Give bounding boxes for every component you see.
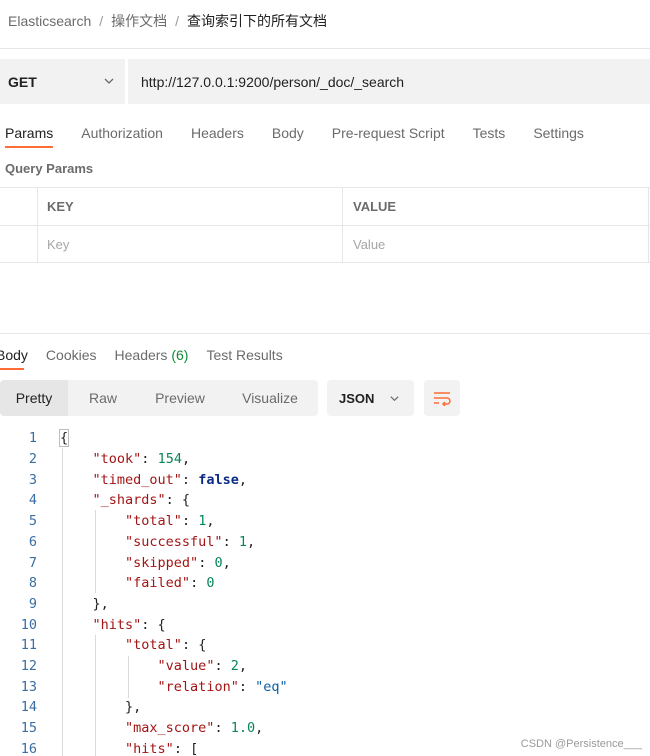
code-text: "relation": "eq" xyxy=(157,678,288,695)
code-text: }, xyxy=(60,699,142,716)
line-number: 13 xyxy=(20,678,37,695)
request-tabs: Params Authorization Headers Body Pre-re… xyxy=(0,120,612,148)
breadcrumb-separator: / xyxy=(99,13,104,29)
code-text: }, xyxy=(60,595,109,612)
query-params-title: Query Params xyxy=(5,161,94,176)
code-line: 13 "relation": "eq" xyxy=(0,676,650,697)
line-number: 6 xyxy=(28,533,37,550)
tab-cookies[interactable]: Cookies xyxy=(46,347,97,363)
checkbox-column-header xyxy=(0,188,38,225)
code-line: 6 "successful": 1, xyxy=(0,532,650,553)
headers-count-badge: (6) xyxy=(171,347,189,363)
view-mode-group: Pretty Raw Preview Visualize xyxy=(0,380,318,416)
code-text: "total": { xyxy=(125,637,207,654)
code-text: "value": 2, xyxy=(157,658,247,675)
tab-response-headers-label: Headers xyxy=(114,347,168,363)
code-line: 15 "max_score": 1.0, xyxy=(0,718,650,739)
line-number: 15 xyxy=(20,720,37,737)
format-label: JSON xyxy=(339,390,375,406)
wrap-lines-button[interactable] xyxy=(424,380,460,416)
url-input[interactable]: http://127.0.0.1:9200/person/_doc/_searc… xyxy=(128,59,650,104)
table-header-row: KEY VALUE xyxy=(0,188,650,226)
line-number: 14 xyxy=(20,699,37,716)
key-column-header: KEY xyxy=(38,188,343,225)
code-line: 11 "total": { xyxy=(0,635,650,656)
code-line: 2 "took": 154, xyxy=(0,449,650,470)
table-row: Key Value xyxy=(0,226,650,264)
code-line: 1{ xyxy=(0,428,650,449)
line-number: 8 xyxy=(28,575,37,592)
code-line: 5 "total": 1, xyxy=(0,511,650,532)
line-number: 4 xyxy=(28,492,37,509)
code-text: "hits": [ xyxy=(125,740,199,756)
value-column-header: VALUE xyxy=(343,188,649,225)
code-text: "took": 154, xyxy=(92,451,191,468)
tab-response-headers[interactable]: Headers (6) xyxy=(115,347,189,363)
code-line: 10 "hits": { xyxy=(0,614,650,635)
code-line: 7 "skipped": 0, xyxy=(0,552,650,573)
line-number: 2 xyxy=(28,451,37,468)
value-input[interactable]: Value xyxy=(343,226,649,263)
response-tabs: Body Cookies Headers (6) Test Results xyxy=(0,343,301,370)
method-label: GET xyxy=(8,73,37,90)
breadcrumb: Elasticsearch / 操作文档 / 查询索引下的所有文档 xyxy=(8,10,327,32)
format-select[interactable]: JSON xyxy=(327,380,414,416)
code-line: 4 "_shards": { xyxy=(0,490,650,511)
tab-body[interactable]: Body xyxy=(272,125,304,141)
line-number: 12 xyxy=(20,658,37,675)
query-params-table: KEY VALUE Key Value xyxy=(0,187,650,263)
view-visualize-button[interactable]: Visualize xyxy=(222,380,318,416)
code-text: "total": 1, xyxy=(125,513,215,530)
row-checkbox-cell[interactable] xyxy=(0,226,38,263)
tab-tests[interactable]: Tests xyxy=(473,125,506,141)
code-line: 9 }, xyxy=(0,594,650,615)
code-line: 8 "failed": 0 xyxy=(0,573,650,594)
code-line: 12 "value": 2, xyxy=(0,656,650,677)
line-number: 7 xyxy=(28,554,37,571)
code-text: "_shards": { xyxy=(92,492,191,509)
breadcrumb-separator: / xyxy=(175,13,180,29)
line-number: 5 xyxy=(28,513,37,530)
code-text: { xyxy=(58,429,70,448)
breadcrumb-request-name[interactable]: 查询索引下的所有文档 xyxy=(187,11,327,31)
divider xyxy=(0,48,650,49)
response-body-code[interactable]: 1{2 "took": 154, 3 "timed_out": false, 4 "… xyxy=(0,428,650,756)
view-preview-button[interactable]: Preview xyxy=(138,380,222,416)
line-number: 9 xyxy=(28,595,37,612)
code-line: 3 "timed_out": false, xyxy=(0,469,650,490)
method-select[interactable]: GET xyxy=(0,59,126,104)
key-input[interactable]: Key xyxy=(38,226,343,263)
view-raw-button[interactable]: Raw xyxy=(68,380,138,416)
tab-pre-request-script[interactable]: Pre-request Script xyxy=(332,125,445,141)
watermark: CSDN @Persistence___ xyxy=(520,738,642,750)
code-text: "successful": 1, xyxy=(125,533,256,550)
divider xyxy=(0,333,650,334)
breadcrumb-collection[interactable]: Elasticsearch xyxy=(8,13,91,29)
request-bar: GET http://127.0.0.1:9200/person/_doc/_s… xyxy=(0,59,650,104)
tab-authorization[interactable]: Authorization xyxy=(81,125,163,141)
tab-params[interactable]: Params xyxy=(5,125,54,148)
code-text: "skipped": 0, xyxy=(125,554,231,571)
code-text: "max_score": 1.0, xyxy=(125,720,264,737)
code-text: "timed_out": false, xyxy=(92,471,247,488)
chevron-down-icon xyxy=(390,396,399,402)
line-number: 10 xyxy=(20,616,37,633)
line-number: 3 xyxy=(28,471,37,488)
view-pretty-button[interactable]: Pretty xyxy=(0,380,68,416)
wrap-lines-icon xyxy=(434,392,451,406)
code-text: "failed": 0 xyxy=(125,575,215,592)
tab-response-body[interactable]: Body xyxy=(0,347,28,370)
line-number: 11 xyxy=(20,637,37,654)
code-line: 14 }, xyxy=(0,697,650,718)
tab-settings[interactable]: Settings xyxy=(533,125,584,141)
tab-headers[interactable]: Headers xyxy=(191,125,244,141)
line-number: 1 xyxy=(28,430,37,447)
chevron-down-icon xyxy=(104,78,114,84)
tab-test-results[interactable]: Test Results xyxy=(206,347,282,363)
line-number: 16 xyxy=(20,740,37,756)
breadcrumb-folder[interactable]: 操作文档 xyxy=(111,11,167,31)
code-text: "hits": { xyxy=(92,616,166,633)
